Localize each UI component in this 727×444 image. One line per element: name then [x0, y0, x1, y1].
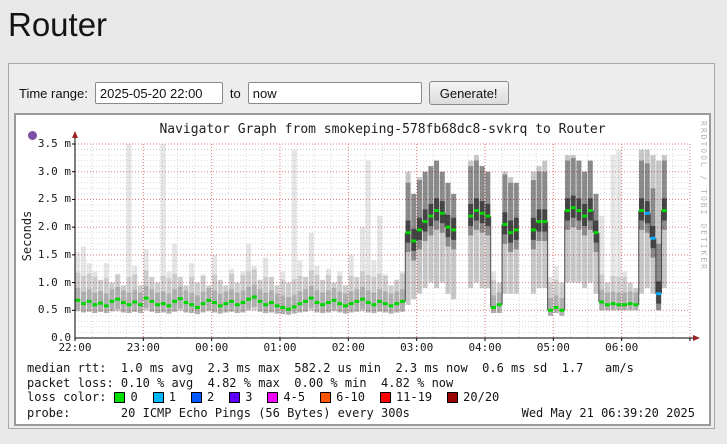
loss-color-swatch [191, 392, 202, 403]
graph-date-stamp: Wed May 21 06:39:20 2025 [522, 406, 695, 420]
generate-button[interactable]: Generate! [429, 81, 509, 105]
page-title: Router [8, 6, 727, 44]
loss-color-value: 11-19 [396, 390, 432, 404]
loss-color-items: 0 1 2 3 4-5 6-10 11-19 20/20 [114, 390, 499, 404]
probe-info: probe: 20 ICMP Echo Pings (56 Bytes) eve… [27, 406, 410, 420]
loss-color-swatch [229, 392, 240, 403]
loss-color-value: 20/20 [463, 390, 499, 404]
to-label: to [230, 86, 241, 101]
loss-color-item: 2 [191, 390, 214, 404]
median-rtt-stats: median rtt: 1.0 ms avg 2.3 ms max 582.2 … [27, 361, 634, 375]
loss-color-legend: loss color: 0 1 2 3 4-5 6-10 11-19 20/20 [27, 390, 499, 404]
loss-color-value: 4-5 [283, 390, 305, 404]
loss-color-value: 2 [207, 390, 214, 404]
loss-color-swatch [267, 392, 278, 403]
packet-loss-stats: packet loss: 0.10 % avg 4.82 % max 0.00 … [27, 376, 453, 390]
time-range-form: Time range: to Generate! [19, 81, 509, 105]
loss-color-value: 6-10 [336, 390, 365, 404]
rrdtool-graph-image: Navigator Graph from smokeping-578fb68dc… [16, 115, 709, 424]
loss-color-swatch [153, 392, 164, 403]
time-range-to-input[interactable] [248, 82, 422, 104]
graph-panel: Navigator Graph from smokeping-578fb68dc… [14, 113, 711, 426]
loss-color-value: 1 [169, 390, 176, 404]
loss-color-value: 0 [130, 390, 137, 404]
loss-color-item: 20/20 [447, 390, 499, 404]
loss-color-value: 3 [245, 390, 252, 404]
loss-color-item: 6-10 [320, 390, 365, 404]
loss-color-item: 4-5 [267, 390, 305, 404]
loss-color-label: loss color: [27, 390, 106, 404]
loss-color-item: 3 [229, 390, 252, 404]
content-box: Time range: to Generate! Navigator Graph… [8, 63, 715, 429]
loss-color-item: 11-19 [380, 390, 432, 404]
time-range-label: Time range: [19, 86, 88, 101]
loss-color-swatch [320, 392, 331, 403]
loss-color-item: 0 [114, 390, 137, 404]
loss-color-swatch [114, 392, 125, 403]
time-range-from-input[interactable] [95, 82, 223, 104]
loss-color-swatch [447, 392, 458, 403]
loss-color-item: 1 [153, 390, 176, 404]
loss-color-swatch [380, 392, 391, 403]
